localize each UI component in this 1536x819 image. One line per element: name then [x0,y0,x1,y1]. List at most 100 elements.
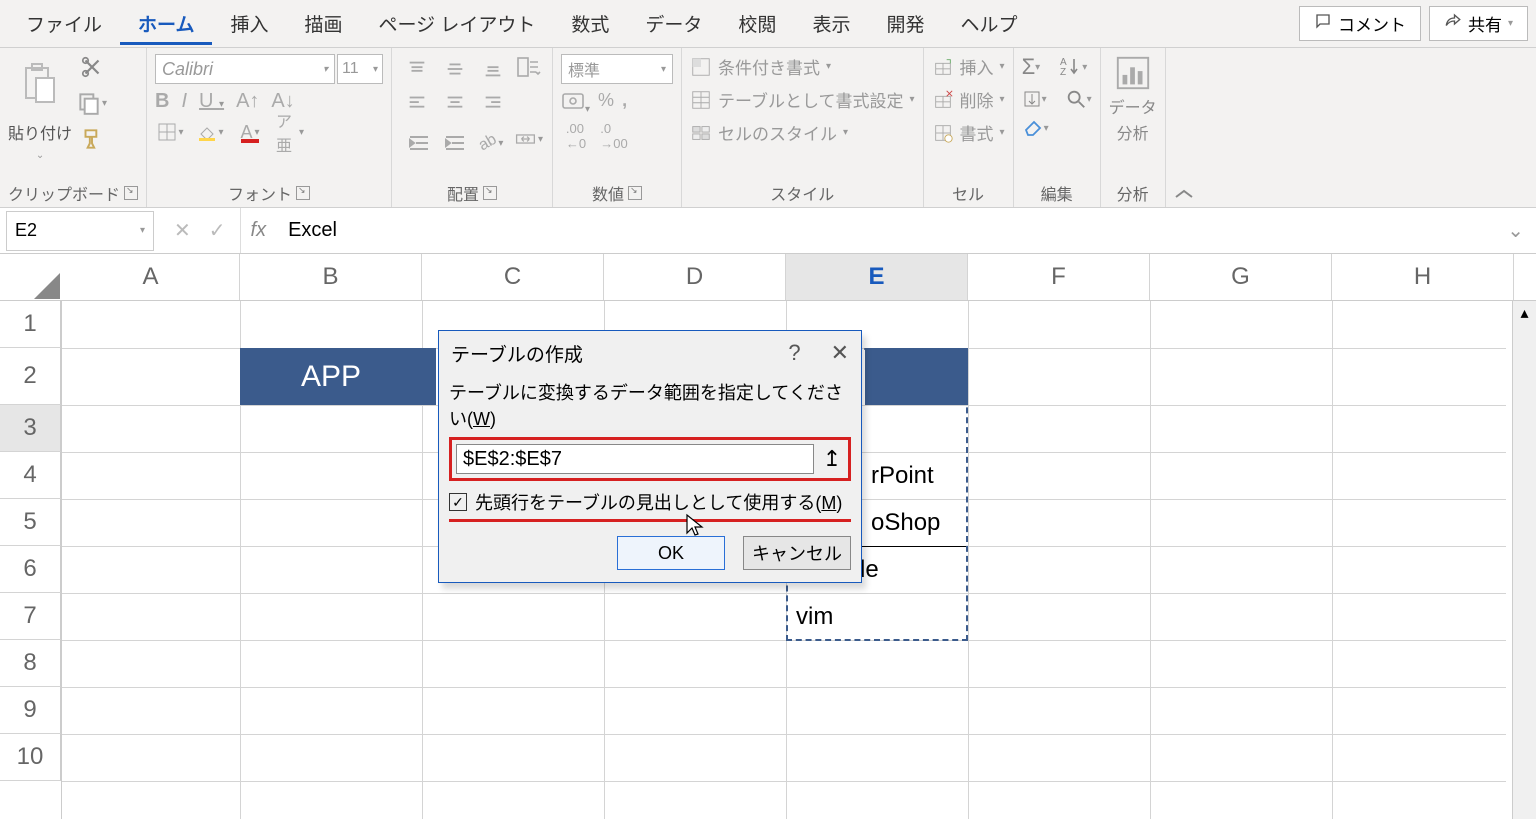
decrease-indent-button[interactable] [404,130,434,156]
comma-button[interactable]: , [622,90,627,117]
name-box[interactable]: E2▾ [6,211,154,251]
col-header-A[interactable]: A [62,254,240,300]
dialog-close-button[interactable]: ✕ [831,340,849,366]
insert-cells-button[interactable]: 挿入▾ [932,54,1005,79]
range-picker-button[interactable]: ↥ [820,447,844,471]
tab-review[interactable]: 校閲 [720,2,794,45]
align-middle[interactable] [438,54,472,84]
row-header-8[interactable]: 8 [0,640,61,687]
copy-button[interactable]: ▾ [76,90,107,116]
row-header-2[interactable]: 2 [0,348,61,405]
delete-cells-button[interactable]: 削除▾ [932,87,1005,112]
cell-C2-partial[interactable] [422,348,436,405]
increase-decimal-button[interactable]: .00←0 [561,123,591,149]
row-header-9[interactable]: 9 [0,687,61,734]
tab-home[interactable]: ホーム [120,2,212,45]
tab-formulas[interactable]: 数式 [553,2,627,45]
cell-styles-button[interactable]: セルのスタイル▾ [690,120,915,145]
dialog-launcher-icon[interactable] [296,186,310,200]
row-header-6[interactable]: 6 [0,546,61,593]
align-right[interactable] [476,88,510,118]
merge-button[interactable]: ▾ [514,126,544,152]
fill-color-button[interactable]: ▾ [195,119,225,145]
col-header-F[interactable]: F [968,254,1150,300]
sort-filter-button[interactable]: AZ▾ [1058,55,1087,79]
decrease-decimal-button[interactable]: .0→00 [599,123,629,149]
dialog-header-checkbox-row[interactable]: ✓ 先頭行をテーブルの見出しとして使用する(M) [449,481,851,522]
tab-page-layout[interactable]: ページ レイアウト [360,2,553,45]
tab-data[interactable]: データ [627,2,720,45]
autosum-button[interactable]: Σ▾ [1022,54,1041,80]
dialog-range-input[interactable] [456,444,814,474]
find-select-button[interactable]: ▾ [1065,88,1092,110]
underline-button[interactable]: U ▾ [199,90,224,113]
vertical-scrollbar[interactable]: ▴ [1512,301,1536,819]
number-format-select[interactable]: 標準▾ [561,54,673,84]
col-header-G[interactable]: G [1150,254,1332,300]
cell-B2[interactable]: APP [240,348,422,405]
col-header-B[interactable]: B [240,254,422,300]
row-header-1[interactable]: 1 [0,301,61,348]
share-button[interactable]: 共有 ▾ [1429,6,1528,41]
row-header-3[interactable]: 3 [0,405,61,452]
scroll-up-button[interactable]: ▴ [1513,301,1536,325]
format-cells-button[interactable]: 書式▾ [932,120,1005,145]
collapse-ribbon-button[interactable] [1166,48,1202,207]
conditional-formatting-button[interactable]: 条件付き書式▾ [690,54,915,79]
align-center[interactable] [438,88,472,118]
enter-formula-button[interactable]: ✓ [209,218,226,243]
increase-font-button[interactable]: A↑ [236,90,259,113]
dialog-ok-button[interactable]: OK [617,536,725,570]
row-header-7[interactable]: 7 [0,593,61,640]
dialog-cancel-button[interactable]: キャンセル [743,536,851,570]
dialog-help-button[interactable]: ? [788,340,800,366]
italic-button[interactable]: I [181,90,187,113]
dialog-launcher-icon[interactable] [124,186,138,200]
tab-file[interactable]: ファイル [8,2,120,45]
cancel-formula-button[interactable]: ✕ [174,218,191,243]
align-top[interactable] [400,54,434,84]
tab-developer[interactable]: 開発 [868,2,942,45]
row-header-4[interactable]: 4 [0,452,61,499]
font-name-select[interactable]: Calibri▾ [155,54,335,84]
dialog-launcher-icon[interactable] [628,186,642,200]
clear-button[interactable]: ▾ [1022,118,1049,138]
select-all-corner[interactable] [0,254,62,301]
bold-button[interactable]: B [155,90,169,113]
cut-button[interactable] [79,54,105,80]
dialog-launcher-icon[interactable] [483,186,497,200]
percent-button[interactable]: % [598,90,614,117]
col-header-E[interactable]: E [786,254,968,300]
col-header-D[interactable]: D [604,254,786,300]
dialog-titlebar[interactable]: テーブルの作成 ? ✕ [439,331,861,375]
format-painter-button[interactable] [79,126,105,152]
tab-insert[interactable]: 挿入 [212,2,286,45]
font-color-button[interactable]: A▾ [235,119,265,145]
expand-formula-bar-button[interactable]: ⌄ [1507,218,1524,243]
align-left[interactable] [400,88,434,118]
phonetic-button[interactable]: ア亜▾ [275,119,305,145]
tab-help[interactable]: ヘルプ [942,2,1035,45]
fill-button[interactable]: ▾ [1022,89,1047,109]
paste-button[interactable] [16,54,64,114]
increase-indent-button[interactable] [440,130,470,156]
checkbox-icon[interactable]: ✓ [449,493,467,511]
format-as-table-button[interactable]: テーブルとして書式設定▾ [690,87,915,112]
fx-icon[interactable]: fx [241,219,277,242]
row-header-5[interactable]: 5 [0,499,61,546]
row-header-10[interactable]: 10 [0,734,61,781]
orientation-button[interactable]: ab▾ [476,130,506,156]
align-bottom[interactable] [476,54,510,84]
col-header-C[interactable]: C [422,254,604,300]
formula-input[interactable]: Excel ⌄ [276,211,1536,251]
col-header-H[interactable]: H [1332,254,1514,300]
comments-button[interactable]: コメント [1299,6,1421,41]
border-button[interactable]: ▾ [155,119,185,145]
font-size-select[interactable]: 11▾ [337,54,383,84]
chevron-down-icon[interactable]: ⌄ [36,150,44,161]
data-analysis-button[interactable]: データ 分析 [1109,54,1157,144]
tab-view[interactable]: 表示 [794,2,868,45]
wrap-text-button[interactable] [514,54,544,80]
currency-button[interactable]: ▾ [561,90,590,117]
tab-draw[interactable]: 描画 [286,2,360,45]
